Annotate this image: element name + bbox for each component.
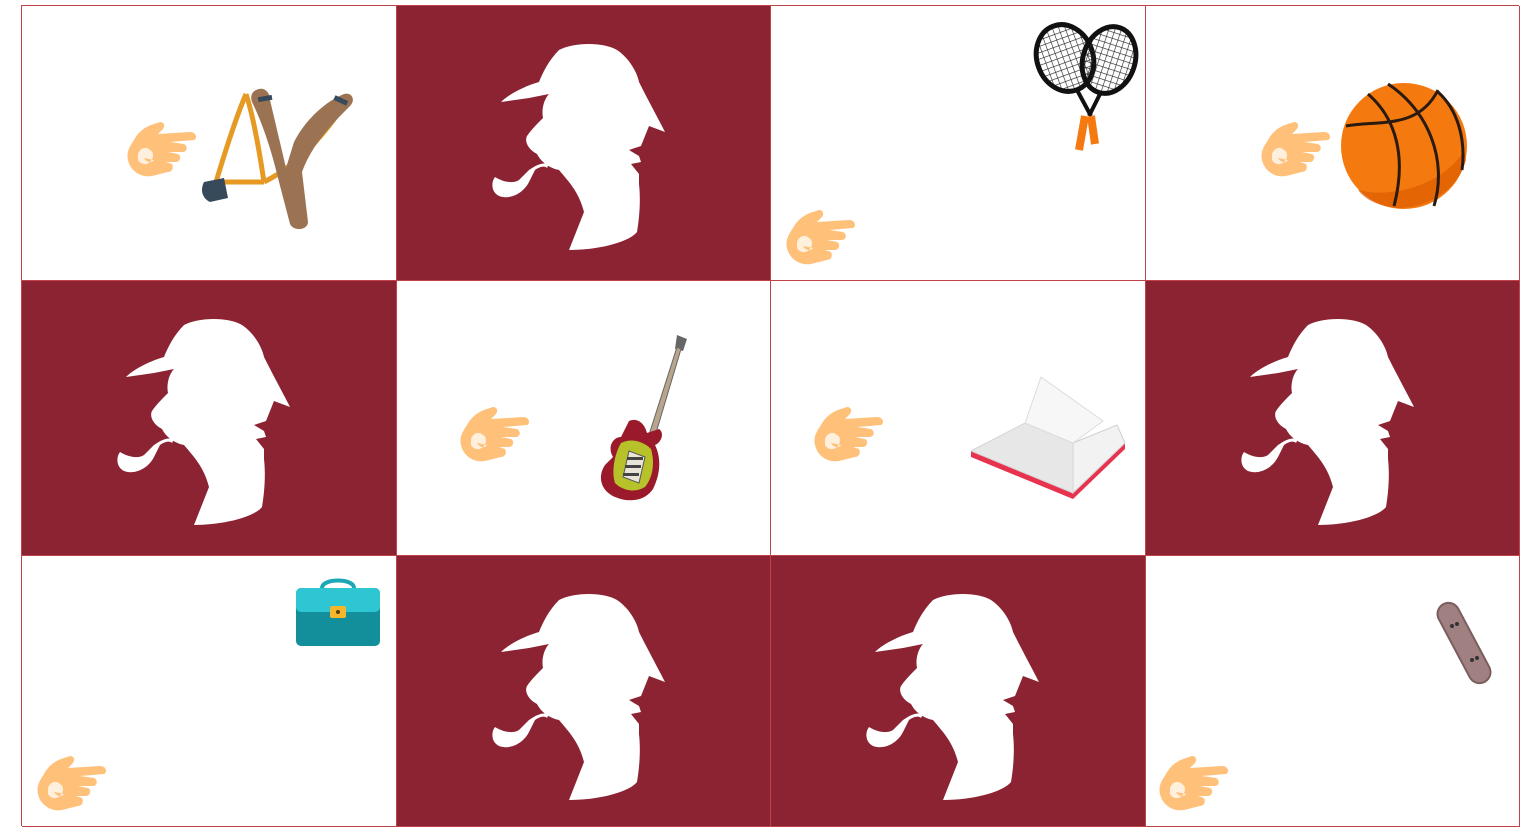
game-board [21, 5, 1520, 827]
detective-silhouette-icon [1238, 317, 1428, 529]
basketball-icon [1340, 82, 1467, 209]
detective-silhouette-icon [489, 592, 679, 804]
card-back[interactable] [1145, 281, 1520, 556]
pointing-hand-icon [783, 206, 857, 270]
card-back[interactable] [396, 556, 771, 827]
detective-silhouette-icon [863, 592, 1053, 804]
tennis-rackets-icon [1033, 22, 1139, 151]
detective-silhouette-icon [489, 42, 679, 254]
briefcase-icon [296, 578, 380, 646]
detective-silhouette-icon [114, 317, 304, 529]
card-back[interactable] [396, 6, 771, 281]
card-slingshot[interactable] [22, 6, 397, 281]
pointing-hand-icon [1258, 118, 1332, 182]
card-back[interactable] [22, 281, 397, 556]
card-open-book[interactable] [771, 281, 1146, 556]
card-basketball[interactable] [1145, 6, 1520, 281]
open-book-icon [969, 376, 1126, 499]
pointing-hand-icon [457, 403, 531, 467]
card-skateboard[interactable] [1145, 556, 1520, 827]
pointing-hand-icon [1156, 752, 1230, 816]
slingshot-icon [202, 88, 353, 230]
card-electric-guitar[interactable] [396, 281, 771, 556]
card-tennis-rackets[interactable] [771, 6, 1146, 281]
skateboard-icon [1436, 601, 1491, 685]
pointing-hand-icon [124, 118, 198, 182]
electric-guitar-icon [600, 335, 687, 501]
pointing-hand-icon [811, 403, 885, 467]
card-back[interactable] [771, 556, 1146, 827]
card-briefcase[interactable] [22, 556, 397, 827]
pointing-hand-icon [34, 752, 108, 816]
